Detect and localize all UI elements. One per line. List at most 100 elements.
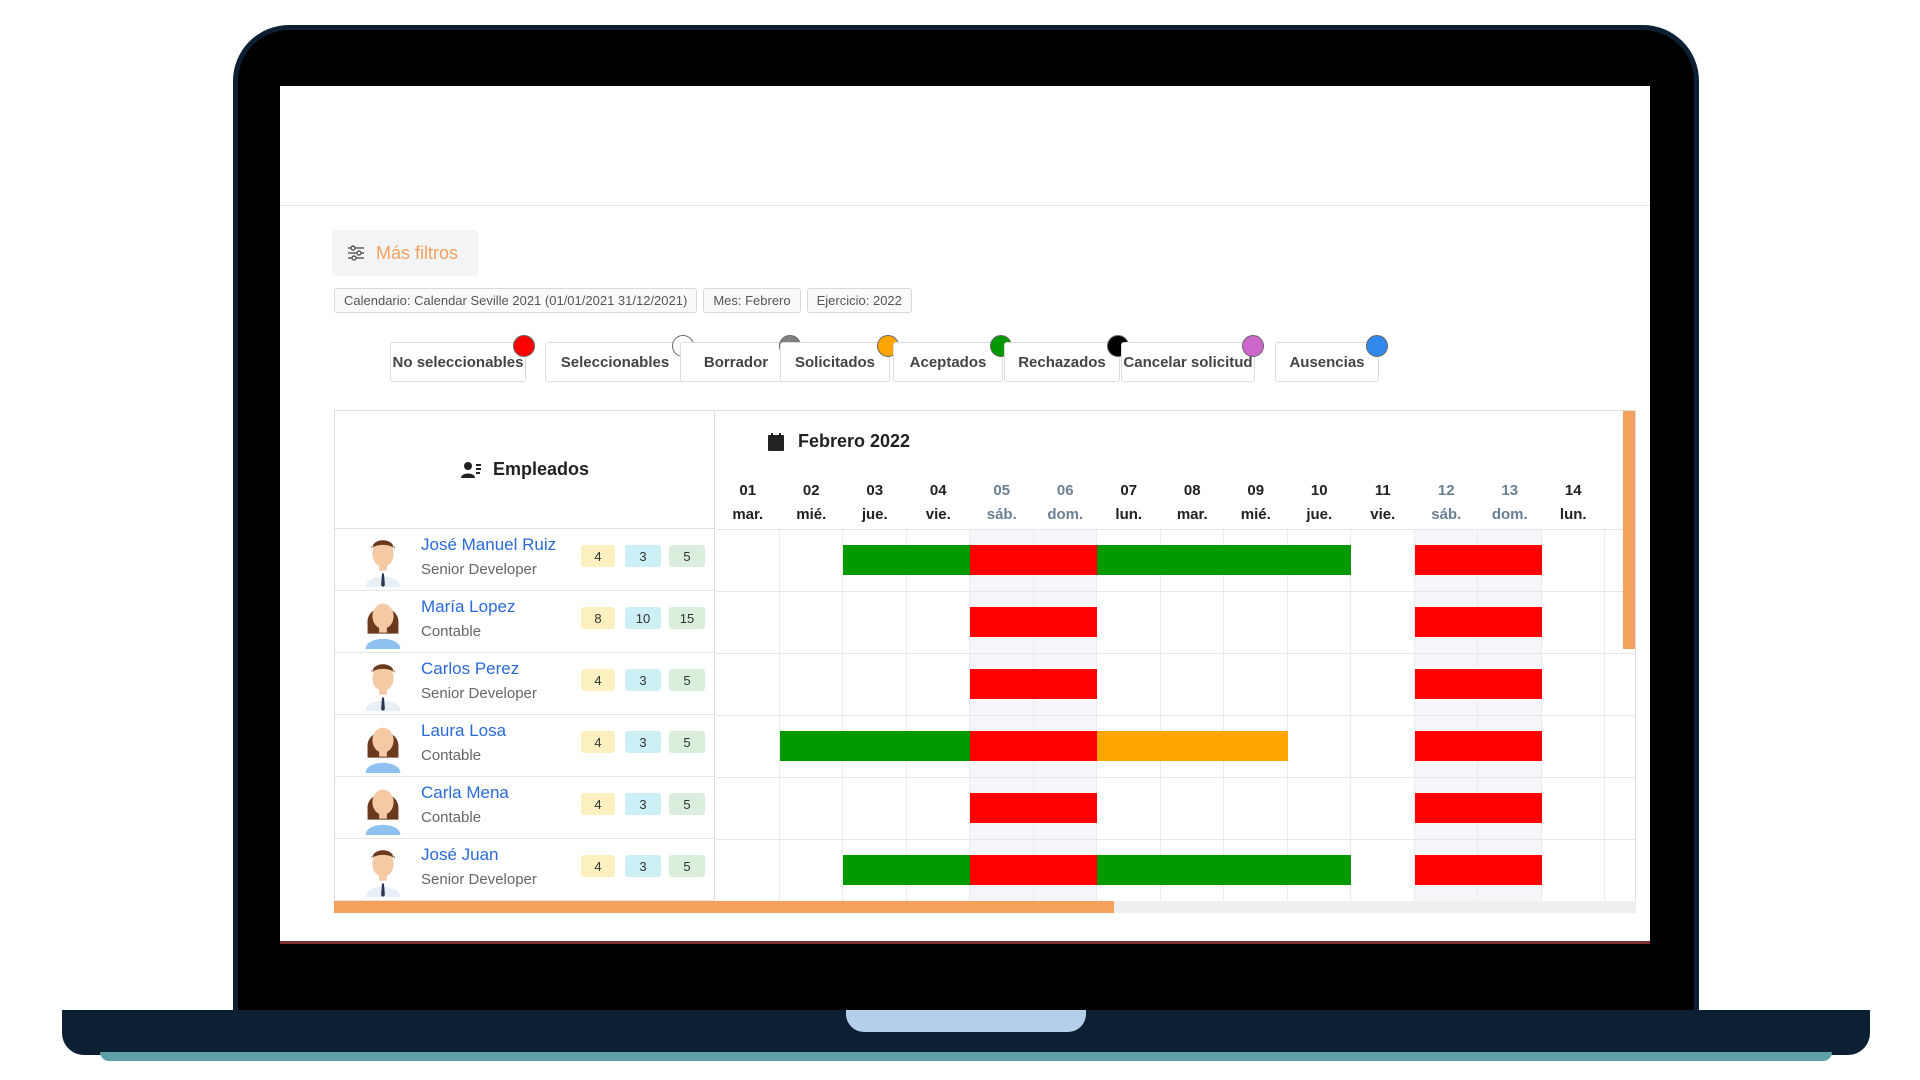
day-weekday: dom. (1047, 506, 1084, 523)
day-header: 04 vie. (907, 479, 971, 527)
absence-bar[interactable] (970, 669, 1097, 699)
legend-item-label: Borrador (703, 353, 769, 371)
day-header: 13 dom. (1478, 479, 1542, 527)
absence-bar[interactable] (843, 545, 970, 575)
horizontal-scrollbar-thumb[interactable] (334, 901, 1114, 913)
day-header: 01 mar. (716, 479, 780, 527)
active-filter-chips: Calendario: Calendar Seville 2021 (01/01… (334, 288, 912, 313)
day-weekday: dom. (1491, 506, 1528, 523)
day-count-badge: 15 (669, 607, 705, 629)
absence-bar[interactable] (779, 731, 970, 761)
vacation-grid: Empleados José Manuel Ruiz Senior Develop… (334, 410, 1636, 910)
app-screen: Más filtros Calendario: Calendar Seville… (280, 86, 1650, 944)
employee-name-link[interactable]: Laura Losa (421, 721, 506, 741)
employee-role: Contable (421, 809, 482, 826)
legend-item[interactable]: Cancelar solicitud (1121, 335, 1264, 382)
day-count-badge: 4 (581, 855, 615, 877)
absence-bar[interactable] (970, 855, 1097, 885)
legend-item-label: Ausencias (1289, 353, 1365, 371)
absence-bar[interactable] (1414, 793, 1542, 823)
absence-bar[interactable] (1414, 545, 1542, 575)
row-divider (716, 839, 1635, 840)
absence-bar[interactable] (970, 793, 1097, 823)
absence-bar[interactable] (970, 607, 1097, 637)
day-header: 09 mié. (1224, 479, 1288, 527)
day-count-badge: 3 (625, 545, 661, 567)
month-title-label: Febrero 2022 (798, 431, 911, 451)
top-bar (280, 86, 1650, 206)
laptop-base-shadow (100, 1052, 1832, 1061)
absence-bar[interactable] (1097, 855, 1351, 885)
day-header: 14 lun. (1542, 479, 1606, 527)
absence-bar[interactable] (1097, 731, 1288, 761)
absence-bar[interactable] (970, 545, 1097, 575)
day-header: 11 vie. (1351, 479, 1415, 527)
users-icon (460, 461, 481, 478)
legend-item[interactable]: Aceptados (893, 335, 1012, 382)
day-number: 02 (802, 482, 820, 499)
day-count-badge: 4 (581, 793, 615, 815)
absence-bar[interactable] (1414, 731, 1542, 761)
day-count-badge: 3 (625, 793, 661, 815)
employee-name-link[interactable]: Carla Mena (421, 783, 509, 803)
day-number: 06 (1056, 482, 1074, 499)
day-count-badge: 3 (625, 855, 661, 877)
day-count-badge: 3 (625, 731, 661, 753)
avatar (361, 533, 405, 587)
absence-bar[interactable] (1414, 855, 1542, 885)
filter-chip-month: Mes: Febrero (703, 288, 801, 313)
employee-name-link[interactable]: José Manuel Ruiz (421, 535, 556, 555)
status-legend: No seleccionables Seleccionables Borrador S… (390, 332, 1590, 382)
employee-row: José Manuel Ruiz Senior Developer 4 3 5 (335, 529, 715, 591)
vertical-scrollbar[interactable] (1623, 411, 1635, 649)
absence-bar[interactable] (843, 855, 970, 885)
legend-item[interactable]: Solicitados (780, 335, 899, 382)
day-weekday: mar. (1176, 506, 1208, 523)
legend-item[interactable]: Rechazados (1004, 335, 1129, 382)
day-number: 08 (1183, 482, 1201, 499)
day-count-badge: 8 (581, 607, 615, 629)
absence-bar[interactable] (1097, 545, 1351, 575)
day-count-badge: 3 (625, 669, 661, 691)
legend-item-label: No seleccionables (392, 353, 524, 371)
employee-row: Carlos Perez Senior Developer 4 3 5 (335, 653, 715, 715)
day-number: 09 (1247, 482, 1265, 499)
more-filters-label: Más filtros (376, 242, 459, 263)
day-header: 05 sáb. (970, 479, 1034, 527)
legend-item[interactable]: Seleccionables (545, 335, 694, 382)
employee-role: Senior Developer (421, 561, 537, 578)
day-header: 10 jue. (1288, 479, 1352, 527)
employee-role: Contable (421, 623, 482, 640)
day-number: 01 (739, 482, 757, 499)
employee-name-link[interactable]: Carlos Perez (421, 659, 519, 679)
day-number: 14 (1564, 482, 1582, 499)
day-count-badge: 4 (581, 545, 615, 567)
avatar (361, 595, 405, 649)
day-weekday: vie. (925, 506, 951, 523)
legend-item[interactable]: Ausencias (1275, 335, 1388, 382)
employee-row: Carla Mena Contable 4 3 5 (335, 777, 715, 839)
day-count-badge: 5 (669, 855, 705, 877)
employee-name-link[interactable]: María Lopez (421, 597, 516, 617)
day-header: 12 sáb. (1415, 479, 1479, 527)
avatar (361, 781, 405, 835)
employees-header-label: Empleados (492, 459, 590, 479)
legend-item[interactable]: No seleccionables (390, 335, 535, 382)
absence-bar[interactable] (1414, 669, 1542, 699)
absence-bar[interactable] (1414, 607, 1542, 637)
employee-role: Senior Developer (421, 871, 537, 888)
calendar-area: Febrero 2022 01 mar. 02 mié. 03 jue. 04 vie. 05 s… (716, 411, 1635, 909)
absence-bar[interactable] (970, 731, 1097, 761)
employee-name-link[interactable]: José Juan (421, 845, 499, 865)
day-count-badge: 5 (669, 731, 705, 753)
day-count-badge: 4 (581, 731, 615, 753)
sliders-icon (348, 245, 364, 261)
day-count-badge: 5 (669, 793, 705, 815)
more-filters-button[interactable]: Más filtros (332, 230, 478, 276)
calendar-icon (768, 432, 784, 451)
day-count-badge: 5 (669, 545, 705, 567)
filter-chip-year: Ejercicio: 2022 (806, 288, 912, 313)
day-number: 05 (993, 482, 1011, 499)
employee-role: Senior Developer (421, 685, 537, 702)
legend-item[interactable]: Borrador (680, 335, 801, 382)
